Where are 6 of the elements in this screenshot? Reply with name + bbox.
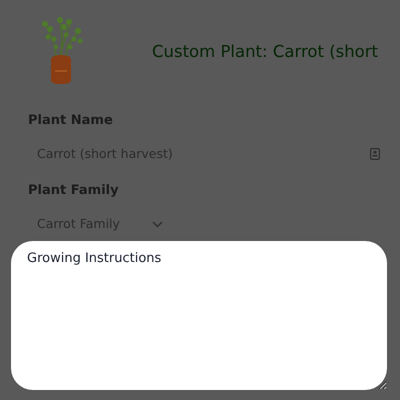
instructions-field[interactable]: Growing Instructions <box>11 241 387 390</box>
chevron-icon <box>152 220 163 228</box>
field-label: Plant Name <box>28 112 114 130</box>
page-title: Custom Plant: Carrot (short <box>152 40 378 63</box>
autofill-icon[interactable] <box>370 148 380 160</box>
field-label: Plant Family <box>28 182 120 200</box>
